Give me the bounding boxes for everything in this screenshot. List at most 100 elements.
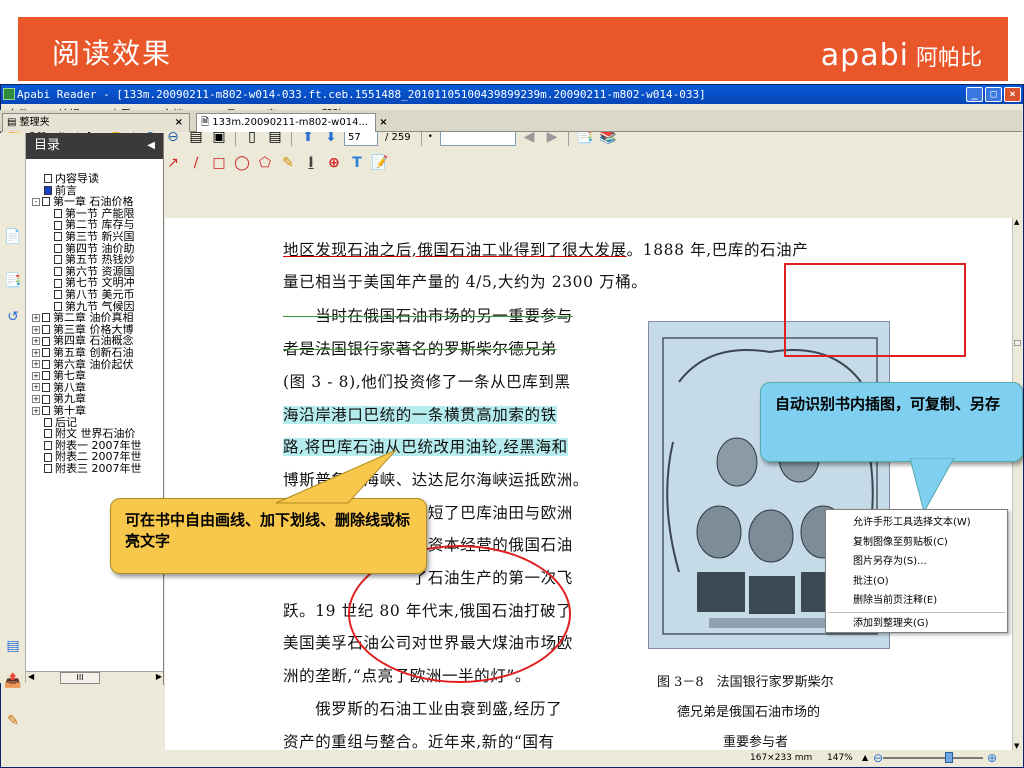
arrow-tool-icon[interactable]: ↗ <box>163 153 183 173</box>
toc-item[interactable]: 第七节 文明冲 <box>26 277 163 289</box>
toc-horizontal-scrollbar[interactable]: ◀ III ▶ <box>26 671 163 685</box>
rectangle-tool-icon[interactable]: □ <box>209 153 229 173</box>
toc-item[interactable]: 第九节 气候因 <box>26 301 163 313</box>
toc-collapse-icon[interactable]: ◀ <box>147 133 155 159</box>
edit-panel-icon[interactable]: ✎ <box>4 713 22 731</box>
tab-organizer[interactable]: ▤ 整理夹 × <box>2 113 190 132</box>
toc-item[interactable]: + 第八章 <box>26 381 163 394</box>
ctx-delete-page-annotations[interactable]: 删除当前页注释(E) <box>826 591 1007 611</box>
close-button[interactable]: × <box>1004 87 1021 102</box>
zoom-slider-thumb[interactable] <box>945 752 953 763</box>
document-icon <box>42 336 50 346</box>
toc-item[interactable]: + 第七章 <box>26 370 163 382</box>
document-icon <box>54 255 62 265</box>
toc-item[interactable]: + 第十章 <box>26 405 163 417</box>
window-titlebar[interactable]: Apabi Reader - [133m.20090211-m802-w014-… <box>1 85 1023 104</box>
document-icon <box>54 267 62 277</box>
expand-icon[interactable]: + <box>32 406 40 415</box>
toc-item[interactable]: 第八节 美元币 <box>26 289 163 301</box>
scroll-right-icon[interactable]: ▶ <box>156 672 162 681</box>
tab-close-icon[interactable]: × <box>175 114 183 131</box>
toc-item[interactable]: 附表二 2007年世 <box>26 451 163 463</box>
toc-item-label: 第八章 <box>53 381 86 394</box>
toc-item[interactable]: + 第九章 <box>26 393 163 405</box>
toc-item[interactable]: 内容导读 <box>26 173 163 185</box>
expand-icon[interactable]: + <box>32 360 40 369</box>
slide-title: 阅读效果 <box>52 37 173 70</box>
tab-document[interactable]: 🗎 133m.20090211-m802-w014... × <box>196 113 388 132</box>
toc-item[interactable]: 第二节 库存与 <box>26 219 163 231</box>
toc-item-label: 第六节 资源国 <box>65 265 135 278</box>
expand-icon[interactable]: + <box>32 313 40 322</box>
toc-item[interactable]: + 第六章 油价起伏 <box>26 358 163 371</box>
toc-item[interactable]: 第六节 资源国 <box>26 265 163 278</box>
toc-header: 目录 ◀ <box>26 133 163 159</box>
note-tool-icon[interactable]: 📝 <box>370 153 390 173</box>
document-icon <box>54 301 62 311</box>
page-text-run: 资产的重组与整合。近年来,新的“国有 <box>283 733 555 750</box>
callout-blue-pointer <box>909 458 955 514</box>
toc-item[interactable]: 第四节 油价助 <box>26 243 163 255</box>
bookmark-panel-icon[interactable]: 📑 <box>4 273 22 291</box>
ctx-allow-hand-select[interactable]: 允许手形工具选择文本(W) <box>826 513 1007 533</box>
scroll-thumb[interactable]: III <box>60 672 100 684</box>
toc-item-label: 第六章 油价起伏 <box>53 358 134 371</box>
highlight-tool-icon[interactable]: T <box>347 153 367 173</box>
minimize-button[interactable]: _ <box>966 87 983 102</box>
toc-item[interactable]: + 第三章 价格大博 <box>26 324 163 336</box>
maximize-button[interactable]: □ <box>985 87 1002 102</box>
toc-item[interactable]: 第五节 热钱炒 <box>26 254 163 266</box>
toc-item[interactable]: 附表三 2007年世 <box>26 463 163 475</box>
tab-close-icon[interactable]: × <box>379 117 387 128</box>
search-dropdown-icon[interactable]: • <box>428 132 433 142</box>
expand-icon[interactable]: + <box>32 348 40 357</box>
page-vertical-scrollbar[interactable]: ▲ ▼ <box>1012 218 1022 750</box>
expand-icon[interactable]: + <box>32 371 40 380</box>
toc-item[interactable]: + 第四章 石油概念 <box>26 335 163 347</box>
pencil-tool-icon[interactable]: ✎ <box>278 153 298 173</box>
toc-item[interactable]: 前言 <box>26 184 163 197</box>
expand-icon[interactable]: + <box>32 337 40 346</box>
annotation-rectangle[interactable] <box>784 263 966 357</box>
underline-tool-icon[interactable]: I <box>301 153 321 173</box>
toc-item[interactable]: 附表一 2007年世 <box>26 440 163 452</box>
zoom-dropdown-icon[interactable]: ▲ <box>862 750 868 766</box>
ctx-annotate[interactable]: 批注(O) <box>826 572 1007 592</box>
expand-icon[interactable]: + <box>32 325 40 334</box>
page-text-run: 。1888 年,巴库的石油产 <box>626 241 809 259</box>
toc-item[interactable]: 后记 <box>26 416 163 428</box>
ctx-add-to-organizer[interactable]: 添加到整理夹(G) <box>826 614 1007 634</box>
zoom-out-icon[interactable]: ⊖ <box>873 750 883 766</box>
scroll-down-icon[interactable]: ▼ <box>1014 742 1019 750</box>
strike-tool-icon[interactable]: ⊕ <box>324 153 344 173</box>
scroll-thumb[interactable] <box>1014 340 1021 346</box>
toc-panel: 目录 ◀ 内容导读 前言 - 第一章 石油价格 第一节 产能限 第二节 库存与 第三节 新兴… <box>26 133 164 685</box>
line-tool-icon[interactable]: ∕ <box>186 153 206 173</box>
toc-item[interactable]: + 第二章 油价真相 <box>26 312 163 324</box>
page-dimensions: 167×233 mm <box>750 753 813 763</box>
collapse-icon[interactable]: - <box>32 197 40 206</box>
zoom-in-icon[interactable]: ⊕ <box>987 750 997 766</box>
toc-item[interactable]: - 第一章 石油价格 <box>26 196 163 208</box>
expand-icon[interactable]: + <box>32 383 40 392</box>
thumbnail-panel-icon[interactable]: ▤ <box>4 638 22 656</box>
expand-icon[interactable]: + <box>32 395 40 404</box>
ctx-save-image-as[interactable]: 图片另存为(S)... <box>826 552 1007 572</box>
toc-item[interactable]: + 第五章 创新石油 <box>26 347 163 359</box>
ellipse-tool-icon[interactable]: ◯ <box>232 153 252 173</box>
toc-item[interactable]: 第三节 新兴国 <box>26 231 163 243</box>
polygon-tool-icon[interactable]: ⬠ <box>255 153 275 173</box>
status-bar: 167×233 mm 147% ▲ ⊖ ⊕ <box>165 750 1022 766</box>
export-panel-icon[interactable]: 📤 <box>4 673 22 691</box>
window-controls: _ □ × <box>966 87 1021 102</box>
toc-panel-icon[interactable]: 📄 <box>4 229 22 247</box>
ctx-copy-image[interactable]: 复制图像至剪贴板(C) <box>826 533 1007 553</box>
document-icon <box>44 464 52 474</box>
zoom-slider-track[interactable] <box>883 757 983 759</box>
toc-item[interactable]: 第一节 产能限 <box>26 208 163 220</box>
toc-item-label: 前言 <box>55 184 77 197</box>
scroll-left-icon[interactable]: ◀ <box>28 672 34 681</box>
annotation-panel-icon[interactable]: ↺ <box>4 309 22 327</box>
toc-item[interactable]: 附文 世界石油价 <box>26 428 163 440</box>
scroll-up-icon[interactable]: ▲ <box>1014 218 1019 226</box>
